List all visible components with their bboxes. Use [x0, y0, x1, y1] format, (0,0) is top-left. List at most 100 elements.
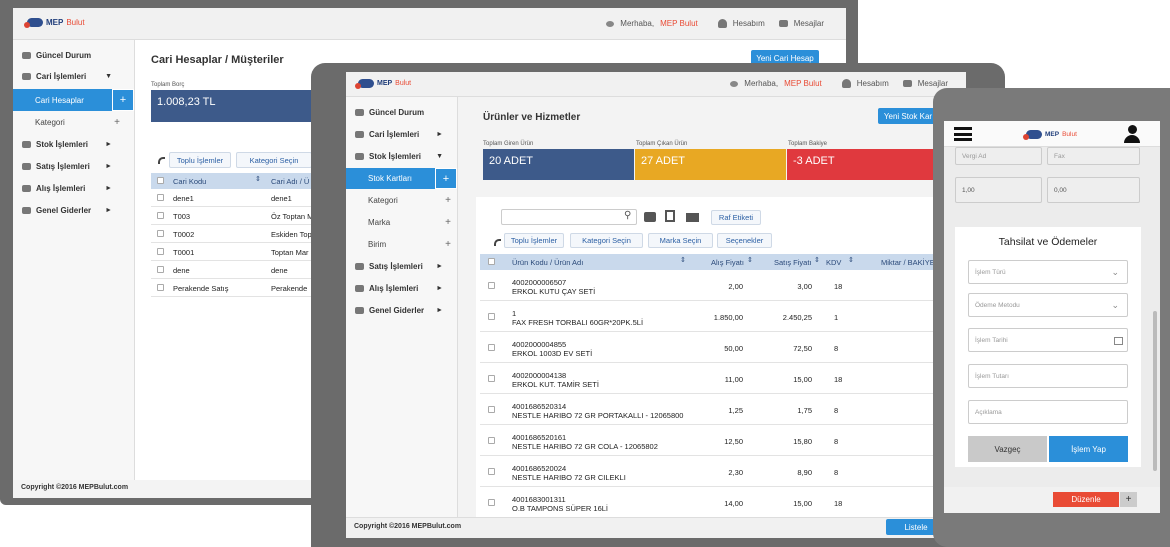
row-checkbox[interactable] — [488, 344, 495, 351]
vergi-field[interactable]: Vergi Ad — [955, 147, 1042, 165]
user-name[interactable]: MEP Bulut — [784, 79, 822, 88]
odeme-metodu-select[interactable]: Ödeme Metodu — [968, 293, 1128, 317]
new-stok-button[interactable]: Yeni Stok Kar — [878, 108, 938, 124]
row-checkbox[interactable] — [157, 194, 164, 201]
table-row[interactable]: T0001 Toptan Mar — [151, 243, 331, 261]
table-row[interactable]: dene1 dene1 — [151, 189, 331, 207]
table-row[interactable]: 4002000004138 ERKOL KUT. TAMİR SETİ 11,00 1… — [480, 363, 966, 394]
islem-tutari-input[interactable]: İşlem Tutarı — [968, 364, 1128, 388]
islem-tarihi-input[interactable]: İşlem Tarihi — [968, 328, 1128, 352]
col-satis[interactable]: Satış Fiyatı — [774, 258, 812, 267]
table-row[interactable]: T0002 Eskiden Top — [151, 225, 331, 243]
table-row[interactable]: 1 FAX FRESH TORBALI 60GR*20PK.5Lİ 1.850,00… — [480, 301, 966, 332]
sidebar-item-stok[interactable]: Stok İşlemleri ► — [13, 137, 134, 151]
sidebar-item-kategori[interactable]: Kategori + — [346, 194, 457, 206]
row-checkbox[interactable] — [488, 406, 495, 413]
hamburger-icon[interactable] — [954, 127, 972, 141]
table-row[interactable]: Perakende Satış Perakende — [151, 279, 331, 297]
table-row[interactable]: T003 Öz Toptan M — [151, 207, 331, 225]
search-input[interactable] — [501, 209, 637, 225]
col-urun[interactable]: Ürün Kodu / Ürün Adı — [512, 258, 583, 267]
sidebar-item-gider[interactable]: Genel Giderler ► — [346, 304, 457, 316]
row-checkbox[interactable] — [157, 266, 164, 273]
messages-link[interactable]: Mesajlar — [794, 19, 824, 28]
scrollbar[interactable] — [1153, 311, 1157, 471]
sort-icon[interactable]: ⇕ — [747, 256, 753, 264]
sort-icon[interactable]: ⇕ — [848, 256, 854, 264]
add-icon[interactable]: + — [112, 89, 134, 111]
sidebar-item-stok[interactable]: Stok İşlemleri ▼ — [346, 150, 457, 162]
brand-logo[interactable]: MEP Bulut — [1023, 130, 1077, 140]
table-row[interactable]: 4001683001311 O.B TAMPONS SÜPER 16Lİ 14,00… — [480, 487, 966, 518]
table-row[interactable]: 4001686520024 NESTLE HARIBO 72 GR CILEKLI… — [480, 456, 966, 487]
fax-field[interactable]: Fax — [1047, 147, 1140, 165]
table-row[interactable]: dene dene — [151, 261, 331, 279]
refresh-icon[interactable] — [158, 157, 165, 164]
sort-icon[interactable]: ⇕ — [814, 256, 820, 264]
table-row[interactable]: 4001686520161 NESTLE HARIBO 72 GR COLA - … — [480, 425, 966, 456]
sidebar-item-guncel[interactable]: Güncel Durum — [346, 106, 457, 118]
row-checkbox[interactable] — [488, 313, 495, 320]
row-checkbox[interactable] — [488, 499, 495, 506]
sidebar-item-cari[interactable]: Cari İşlemleri ► — [346, 128, 457, 140]
vazgec-button[interactable]: Vazgeç — [968, 436, 1047, 462]
row-checkbox[interactable] — [488, 437, 495, 444]
sidebar-item-satis[interactable]: Satış İşlemleri ► — [13, 159, 134, 173]
row-checkbox[interactable] — [488, 468, 495, 475]
sidebar-item-stok-kartlari[interactable]: Stok Kartları + — [346, 168, 457, 189]
value-field-1[interactable]: 1,00 — [955, 177, 1042, 203]
sort-icon[interactable]: ⇕ — [680, 256, 686, 264]
value-field-2[interactable]: 0,00 — [1047, 177, 1140, 203]
calendar-icon[interactable] — [1114, 337, 1123, 345]
select-all-checkbox[interactable] — [488, 258, 495, 265]
print-icon[interactable] — [644, 212, 656, 222]
sidebar-item-satis[interactable]: Satış İşlemleri ► — [346, 260, 457, 272]
row-checkbox[interactable] — [157, 284, 164, 291]
refresh-icon[interactable] — [494, 239, 501, 246]
add-icon[interactable]: + — [445, 217, 451, 228]
islem-yap-button[interactable]: İşlem Yap — [1049, 436, 1128, 462]
account-link[interactable]: Hesabım — [733, 19, 765, 28]
table-row[interactable]: 4002000006507 ERKOL KUTU ÇAY SETİ 2,00 3,00… — [480, 270, 966, 301]
select-all-checkbox[interactable] — [157, 177, 164, 184]
brand-logo[interactable]: MEP Bulut — [24, 18, 85, 28]
sidebar-item-cari[interactable]: Cari İşlemleri ▼ — [13, 69, 134, 83]
sidebar-item-kategori[interactable]: Kategori + — [13, 115, 134, 129]
search-icon[interactable]: ⚲ — [624, 210, 631, 221]
sidebar-item-guncel[interactable]: Güncel Durum — [13, 48, 134, 62]
add-icon[interactable]: + — [445, 195, 451, 206]
toplu-islemler-button[interactable]: Toplu İşlemler — [169, 152, 231, 168]
row-checkbox[interactable] — [157, 230, 164, 237]
sidebar-item-marka[interactable]: Marka + — [346, 216, 457, 228]
raf-etiketi-button[interactable]: Raf Etiketi — [711, 210, 761, 225]
islem-turu-select[interactable]: İşlem Türü — [968, 260, 1128, 284]
kategori-select[interactable]: Kategori Seçin — [570, 233, 643, 248]
sort-icon[interactable]: ⇕ — [255, 175, 261, 183]
sidebar-item-alis[interactable]: Alış İşlemleri ► — [13, 181, 134, 195]
account-link[interactable]: Hesabım — [857, 79, 889, 88]
sidebar-item-birim[interactable]: Birim + — [346, 238, 457, 250]
add-icon[interactable]: + — [435, 168, 457, 189]
brand-logo[interactable]: MEP Bulut — [355, 79, 411, 89]
user-icon[interactable] — [1124, 125, 1140, 143]
user-name[interactable]: MEP Bulut — [660, 19, 698, 28]
col-alis[interactable]: Alış Fiyatı — [711, 258, 744, 267]
table-row[interactable]: 4002000004855 ERKOL 1003D EV SETİ 50,00 72,… — [480, 332, 966, 363]
add-button[interactable]: + — [1120, 492, 1137, 507]
secenekler-button[interactable]: Seçenekler — [717, 233, 772, 248]
row-checkbox[interactable] — [157, 212, 164, 219]
col-cari-kodu[interactable]: Cari Kodu — [173, 177, 206, 186]
kategori-select[interactable]: Kategori Seçin — [236, 152, 312, 168]
table-row[interactable]: 4001686520314 NESTLE HARIBO 72 GR PORTAKA… — [480, 394, 966, 425]
marka-select[interactable]: Marka Seçin — [648, 233, 713, 248]
col-miktar[interactable]: Miktar / BAKİYE — [881, 258, 935, 267]
row-checkbox[interactable] — [488, 375, 495, 382]
export-icon[interactable] — [665, 210, 675, 222]
add-icon[interactable]: + — [114, 117, 120, 128]
sidebar-item-gider[interactable]: Genel Giderler ► — [13, 203, 134, 217]
add-icon[interactable]: + — [445, 239, 451, 250]
row-checkbox[interactable] — [157, 248, 164, 255]
sidebar-item-cari-hesaplar[interactable]: Cari Hesaplar + — [13, 89, 134, 111]
duzenle-button[interactable]: Düzenle — [1053, 492, 1119, 507]
sidebar-item-alis[interactable]: Alış İşlemleri ► — [346, 282, 457, 294]
